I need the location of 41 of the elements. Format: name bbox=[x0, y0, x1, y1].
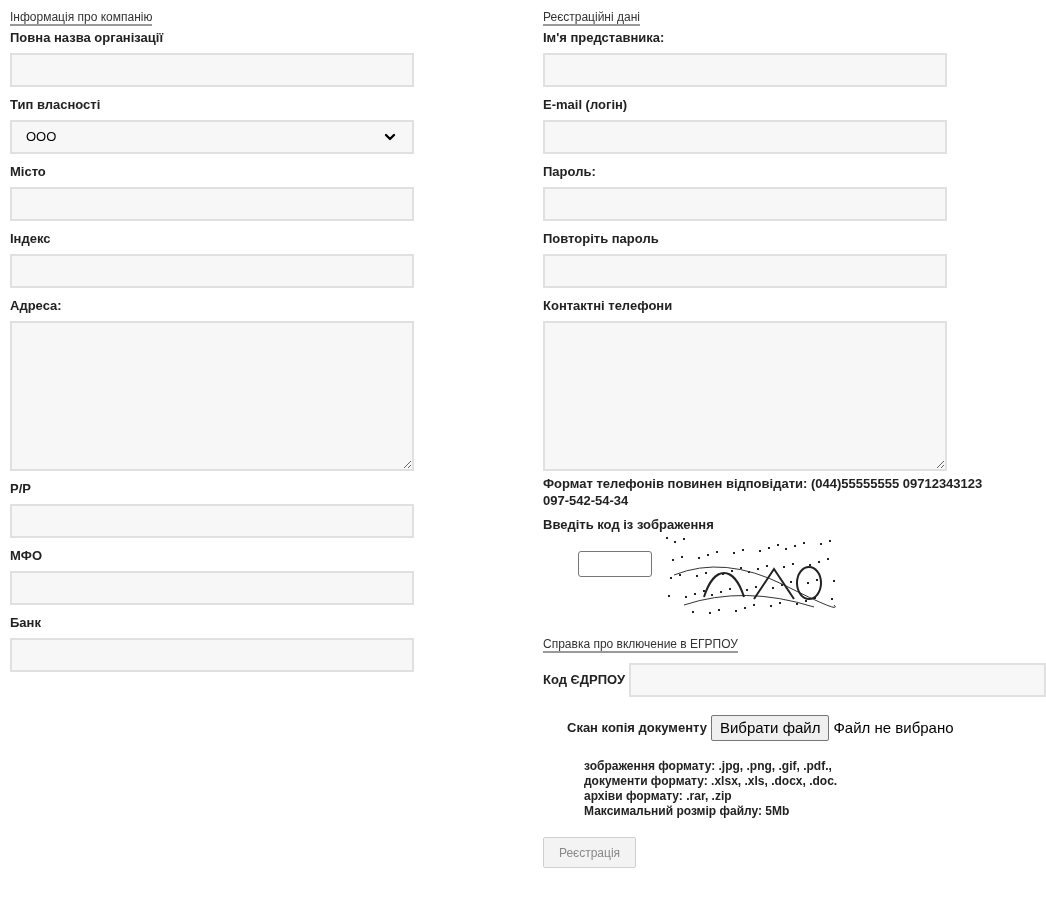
text-area[interactable] bbox=[543, 321, 947, 471]
text-field[interactable] bbox=[543, 187, 947, 221]
text-field[interactable] bbox=[10, 53, 414, 87]
field-label: Пароль: bbox=[543, 164, 597, 180]
file-format-note: документи формату: .xlsx, .xls, .docx, .doc. bbox=[584, 774, 839, 789]
code-field[interactable] bbox=[628, 663, 1046, 697]
text-area[interactable] bbox=[10, 321, 414, 471]
file-status: Файл не вибрано bbox=[833, 717, 954, 738]
field-label: МФО bbox=[10, 548, 44, 564]
section-title: Справка про включение в ЕГРПОУ bbox=[543, 637, 738, 653]
field-label: Повторіть пароль bbox=[543, 231, 660, 247]
phone-format-hint: Формат телефонів повинен відповідати: (044)55555555 09712343123 097-542-54-34 bbox=[543, 475, 984, 509]
file-format-note: архіви формату: .rar, .zip bbox=[584, 789, 733, 804]
text-field[interactable] bbox=[10, 254, 414, 288]
file-format-note: зображення формату: .jpg, .png, .gif, .pdf., bbox=[584, 759, 833, 774]
field-label: Скан копія документу bbox=[567, 719, 707, 738]
field-label: E-mail (логін) bbox=[543, 97, 629, 113]
field-label: Банк bbox=[10, 615, 42, 631]
captcha-field[interactable] bbox=[578, 551, 652, 577]
text-field[interactable] bbox=[543, 53, 947, 87]
section-title: Інформація про компанію bbox=[10, 10, 153, 26]
field-label: Ім'я представника: bbox=[543, 30, 666, 46]
section-title: Реєстраційні дані bbox=[543, 10, 640, 26]
choose-file-button[interactable]: Вибрати файл bbox=[710, 715, 830, 741]
select-field[interactable]: ООО bbox=[10, 120, 414, 154]
text-field[interactable] bbox=[10, 638, 414, 672]
field-label: Контактні телефони bbox=[543, 298, 674, 314]
field-label: Код ЄДРПОУ bbox=[543, 671, 625, 690]
field-label: Адреса: bbox=[10, 298, 63, 314]
captcha-label: Введіть код із зображення bbox=[543, 517, 715, 533]
text-field[interactable] bbox=[543, 254, 947, 288]
field-label: Індекс bbox=[10, 231, 52, 247]
field-label: Повна назва організації bbox=[10, 30, 165, 46]
text-field[interactable] bbox=[10, 504, 414, 538]
text-field[interactable] bbox=[10, 187, 414, 221]
field-label: Р/Р bbox=[10, 481, 32, 497]
text-field[interactable] bbox=[10, 571, 414, 605]
field-label: Тип власності bbox=[10, 97, 102, 113]
text-field[interactable] bbox=[543, 120, 947, 154]
field-label: Місто bbox=[10, 164, 47, 180]
file-format-note: Максимальний розмір файлу: 5Mb bbox=[584, 804, 791, 819]
